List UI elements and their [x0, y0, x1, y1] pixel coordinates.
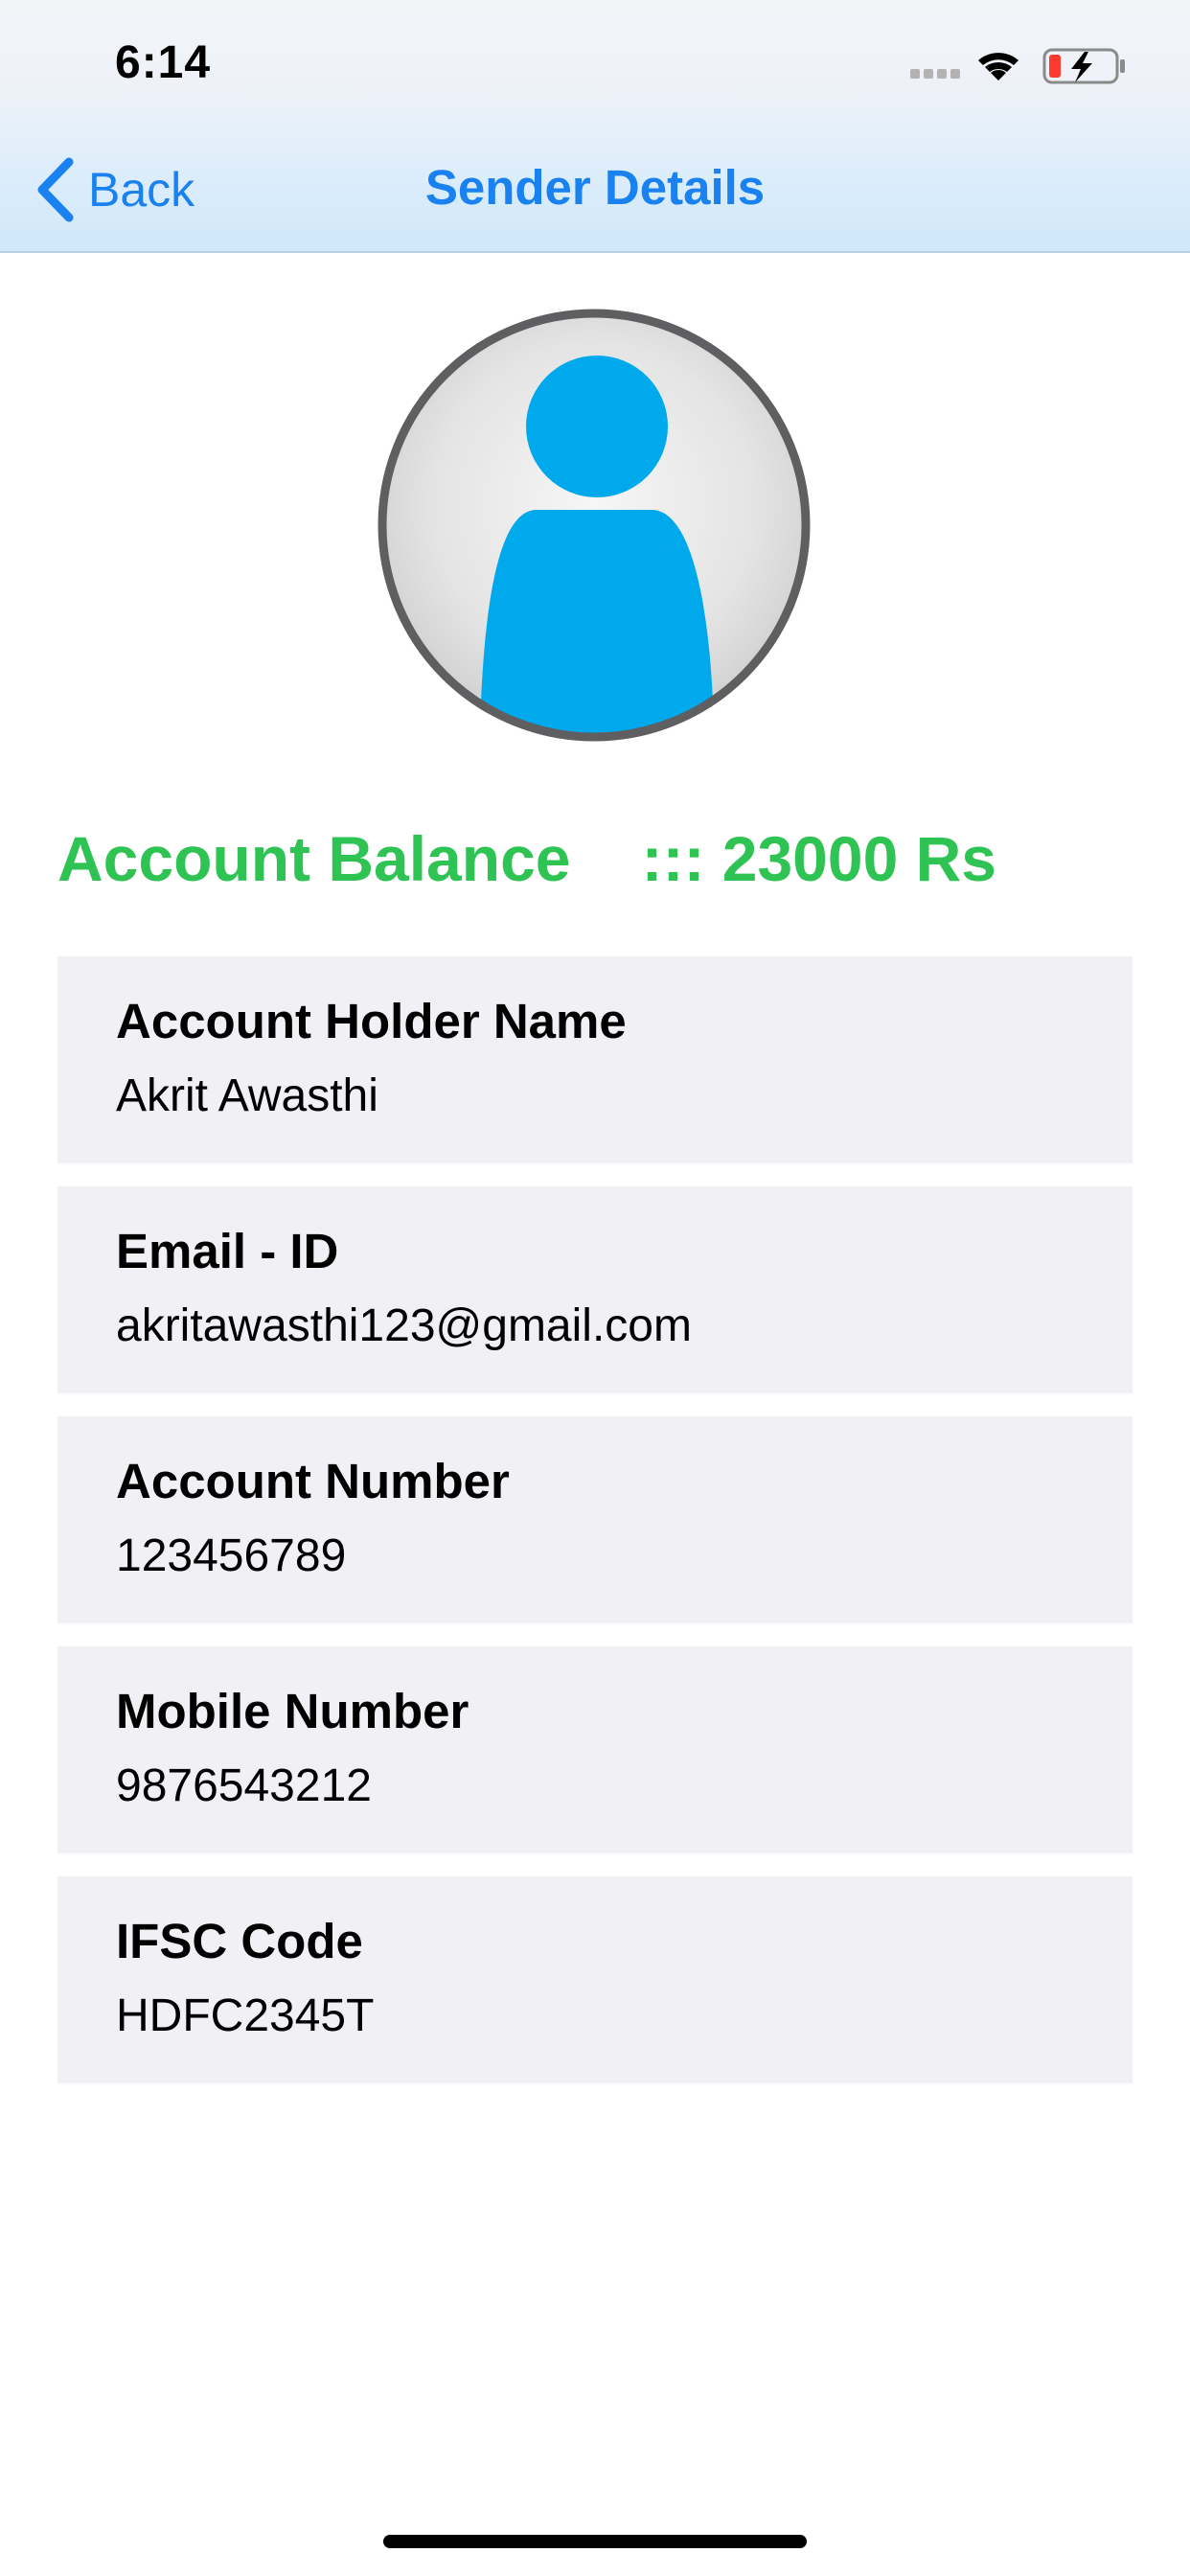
detail-value: akritawasthi123@gmail.com — [116, 1300, 692, 1351]
signal-dots-icon — [910, 69, 960, 79]
detail-card-ifsc-code: IFSC Code HDFC2345T — [57, 1876, 1133, 2083]
avatar — [378, 309, 811, 742]
home-indicator[interactable] — [383, 2535, 807, 2548]
detail-card-mobile-number: Mobile Number 9876543212 — [57, 1646, 1133, 1853]
detail-label: Account Number — [116, 1454, 510, 1508]
detail-value: Akrit Awasthi — [116, 1070, 378, 1121]
detail-card-account-holder-name: Account Holder Name Akrit Awasthi — [57, 956, 1133, 1163]
detail-value: 9876543212 — [116, 1760, 372, 1811]
detail-label: Account Holder Name — [116, 994, 627, 1048]
wifi-icon — [978, 53, 1018, 80]
detail-value: 123456789 — [116, 1530, 347, 1581]
detail-card-email: Email - ID akritawasthi123@gmail.com — [57, 1186, 1133, 1393]
detail-label: IFSC Code — [116, 1914, 363, 1968]
detail-label: Email - ID — [116, 1224, 339, 1278]
navigation-header: 6:14 Back Sender Details — [0, 0, 1190, 253]
status-icons — [910, 48, 1125, 84]
page-title: Sender Details — [424, 160, 766, 215]
balance-value: ::: 23000 Rs — [641, 823, 996, 894]
detail-value: HDFC2345T — [116, 1990, 375, 2041]
battery-charging-icon — [1042, 48, 1125, 84]
status-time: 6:14 — [115, 37, 212, 88]
detail-label: Mobile Number — [116, 1684, 469, 1738]
balance-label: Account Balance — [57, 823, 571, 894]
account-balance: Account Balance ::: 23000 Rs — [57, 820, 996, 897]
detail-card-account-number: Account Number 123456789 — [57, 1416, 1133, 1623]
